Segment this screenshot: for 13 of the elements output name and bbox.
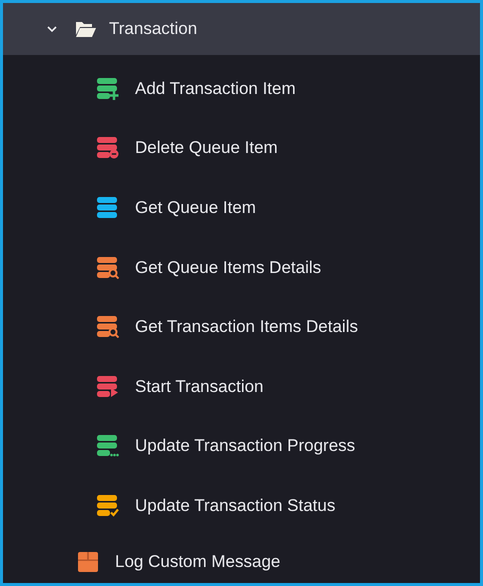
activity-item[interactable]: Delete Queue Item — [135, 138, 278, 158]
activity-item[interactable]: Get Queue Item — [135, 198, 256, 218]
activity-item[interactable]: Start Transaction — [135, 376, 264, 397]
activity-item[interactable]: Update Transaction Status — [135, 496, 336, 516]
activity-item[interactable]: Add Transaction Item — [135, 78, 296, 99]
activity-item[interactable]: Log Custom Message — [115, 552, 280, 572]
activity-item[interactable]: Update Transaction Progress — [135, 436, 356, 456]
folder-row[interactable]: Transaction — [3, 3, 480, 55]
open-folder-icon — [75, 20, 97, 38]
folder-label: Transaction — [109, 19, 198, 39]
activity-item[interactable]: Get Queue Items Details — [135, 258, 322, 278]
activity-item[interactable]: Get Transaction Items Details — [135, 317, 358, 338]
chevron-down-icon[interactable] — [47, 24, 57, 34]
